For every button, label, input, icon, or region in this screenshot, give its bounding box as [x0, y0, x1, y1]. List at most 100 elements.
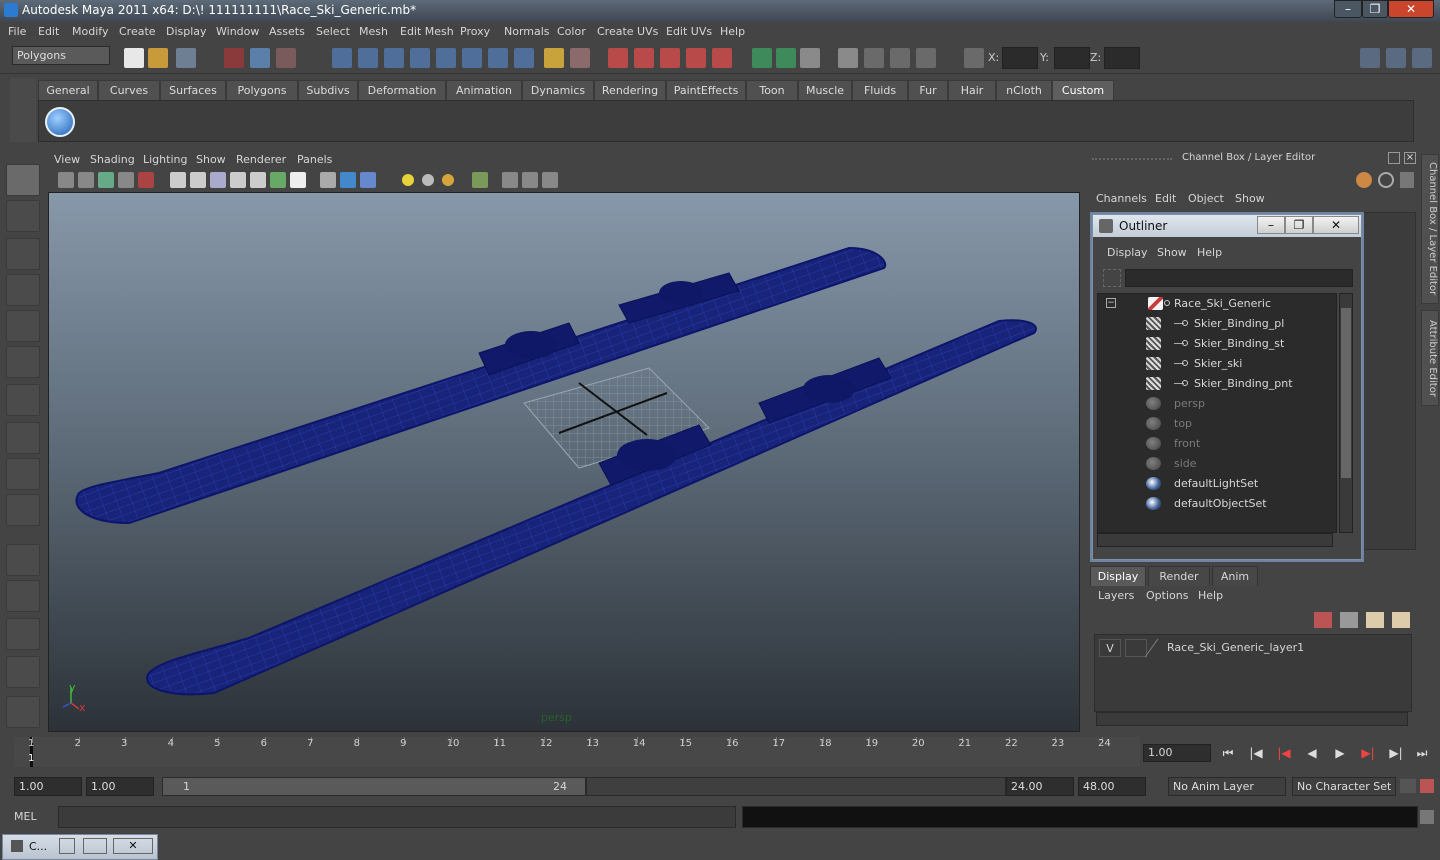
- outliner-menu-display[interactable]: Display: [1107, 246, 1148, 259]
- select-component-icon[interactable]: [276, 48, 296, 68]
- shelf-tab-ncloth[interactable]: nCloth: [996, 80, 1052, 100]
- outliner-item[interactable]: Skier_ski: [1098, 354, 1336, 374]
- side-tab-channel-box[interactable]: Channel Box / Layer Editor: [1421, 154, 1439, 304]
- outliner-vertical-scrollbar[interactable]: [1339, 293, 1353, 533]
- output-ops-icon[interactable]: [634, 48, 654, 68]
- bookmark-icon[interactable]: [98, 172, 114, 188]
- shelf-tab-polygons[interactable]: Polygons: [226, 80, 298, 100]
- key-icon[interactable]: [1400, 779, 1416, 793]
- menu-edit-mesh[interactable]: Edit Mesh: [400, 25, 454, 38]
- viewport-menu-show[interactable]: Show: [196, 153, 226, 166]
- outliner-item[interactable]: front: [1098, 434, 1336, 454]
- help-icon[interactable]: [514, 48, 534, 68]
- xray-icon[interactable]: [230, 172, 246, 188]
- layer-row[interactable]: V Race_Ski_Generic_layer1: [1099, 639, 1407, 657]
- shelf-tab-toon[interactable]: Toon: [746, 80, 798, 100]
- snap-grid-icon[interactable]: [332, 48, 352, 68]
- render-view-icon[interactable]: [800, 48, 820, 68]
- maximize-button[interactable]: ❐: [1362, 0, 1388, 18]
- isolate-icon[interactable]: [320, 172, 336, 188]
- outliner-item[interactable]: Skier_Binding_pl: [1098, 314, 1336, 334]
- soft-mod-tool-icon[interactable]: [6, 422, 40, 454]
- step-forward-frame-icon[interactable]: ▶|: [1386, 746, 1406, 762]
- move-tool-icon[interactable]: [6, 274, 40, 306]
- mode-select[interactable]: Polygons: [12, 46, 110, 65]
- menu-edit[interactable]: Edit: [38, 25, 59, 38]
- channel-box-hyper-icon[interactable]: [1400, 172, 1414, 188]
- new-layer-icon[interactable]: [1366, 612, 1384, 628]
- channel-box-manip-icon[interactable]: [1356, 172, 1372, 188]
- paint-select-tool-icon[interactable]: [6, 238, 40, 270]
- snap-surface-icon[interactable]: [436, 48, 456, 68]
- side-tab-attribute-editor[interactable]: Attribute Editor: [1421, 310, 1439, 406]
- perspective-viewport[interactable]: y x persp: [48, 192, 1080, 732]
- shelf-tab-dynamics[interactable]: Dynamics: [522, 80, 594, 100]
- select-object-icon[interactable]: [250, 48, 270, 68]
- manipulator-tool-icon[interactable]: [6, 384, 40, 416]
- time-slider[interactable]: 1 1 2 3 4 5 6 7 8 9 10 11 12 13 14 15 16 17 18 19 20 21 22 23 2…: [14, 737, 1140, 767]
- all-lights-icon[interactable]: [422, 174, 434, 186]
- modeling-toolkit-icon[interactable]: [864, 48, 884, 68]
- layer-visibility-toggle[interactable]: V: [1099, 639, 1121, 657]
- outliner-item[interactable]: − Race_Ski_Generic: [1098, 294, 1336, 314]
- resolution-gate-icon[interactable]: [472, 172, 488, 188]
- hypershade-icon[interactable]: [776, 48, 796, 68]
- menu-edit-uvs[interactable]: Edit UVs: [666, 25, 712, 38]
- channel-box-menu-edit[interactable]: Edit: [1155, 192, 1176, 205]
- save-scene-icon[interactable]: [176, 48, 196, 68]
- outliner-item[interactable]: defaultObjectSet: [1098, 494, 1336, 514]
- shelf-tab-fluids[interactable]: Fluids: [852, 80, 908, 100]
- menu-modify[interactable]: Modify: [72, 25, 108, 38]
- panel-icon[interactable]: [838, 48, 858, 68]
- custom-shelf-button-icon[interactable]: [45, 107, 75, 137]
- outliner-menu-show[interactable]: Show: [1157, 246, 1187, 259]
- texture-icon[interactable]: [270, 172, 286, 188]
- playback-end-field[interactable]: 24.00: [1006, 777, 1074, 796]
- step-forward-key-icon[interactable]: ▶|: [1358, 746, 1378, 762]
- outliner-item[interactable]: defaultLightSet: [1098, 474, 1336, 494]
- construction-history-icon[interactable]: [660, 48, 680, 68]
- outliner-item[interactable]: Skier_Binding_pnt: [1098, 374, 1336, 394]
- history-icon[interactable]: [570, 48, 590, 68]
- text-display-icon[interactable]: [290, 172, 306, 188]
- open-scene-icon[interactable]: [148, 48, 168, 68]
- shelf-menu-handle[interactable]: [10, 78, 36, 142]
- menu-create[interactable]: Create: [119, 25, 156, 38]
- snap-live-icon[interactable]: [462, 48, 482, 68]
- shadows-icon[interactable]: [442, 174, 454, 186]
- snap-point-icon[interactable]: [384, 48, 404, 68]
- wireframe-icon[interactable]: [170, 172, 186, 188]
- layer-menu-layers[interactable]: Layers: [1098, 589, 1134, 602]
- go-to-end-icon[interactable]: ⏭: [1412, 746, 1432, 762]
- camera-select-icon[interactable]: [58, 172, 74, 188]
- flat-shade-icon[interactable]: [250, 172, 266, 188]
- outliner-item[interactable]: persp: [1098, 394, 1336, 414]
- channel-box-close-icon[interactable]: ×: [1404, 152, 1416, 164]
- shelf-tab-general[interactable]: General: [38, 80, 98, 100]
- transform-mode-icon[interactable]: [964, 48, 984, 68]
- custom-layout-icon[interactable]: [6, 696, 40, 728]
- shelf-tab-fur[interactable]: Fur: [908, 80, 948, 100]
- menu-normals[interactable]: Normals: [504, 25, 550, 38]
- shelf-tab-surfaces[interactable]: Surfaces: [160, 80, 226, 100]
- shelf-tab-animation[interactable]: Animation: [446, 80, 522, 100]
- channel-box-menu-show[interactable]: Show: [1235, 192, 1265, 205]
- minimize-button[interactable]: –: [1334, 0, 1362, 18]
- layer-tab-anim[interactable]: Anim: [1212, 566, 1258, 586]
- ipr-render-icon[interactable]: [712, 48, 732, 68]
- move-layer-up-icon[interactable]: [1314, 612, 1332, 628]
- y-field[interactable]: [1054, 47, 1090, 69]
- x-field[interactable]: [1002, 47, 1038, 69]
- attribute-icon[interactable]: [890, 48, 910, 68]
- outliner-item[interactable]: side: [1098, 454, 1336, 474]
- lasso-tool-icon[interactable]: [6, 200, 40, 232]
- menu-mesh[interactable]: Mesh: [359, 25, 388, 38]
- lock-icon[interactable]: [544, 48, 564, 68]
- outliner-scroll-thumb[interactable]: [1341, 308, 1351, 478]
- go-to-start-icon[interactable]: ⏮: [1218, 746, 1238, 762]
- close-button[interactable]: ✕: [1388, 0, 1434, 18]
- hud-icon[interactable]: [542, 172, 558, 188]
- shelf-tab-curves[interactable]: Curves: [98, 80, 160, 100]
- new-scene-icon[interactable]: [124, 48, 144, 68]
- animation-end-field[interactable]: 48.00: [1078, 777, 1146, 796]
